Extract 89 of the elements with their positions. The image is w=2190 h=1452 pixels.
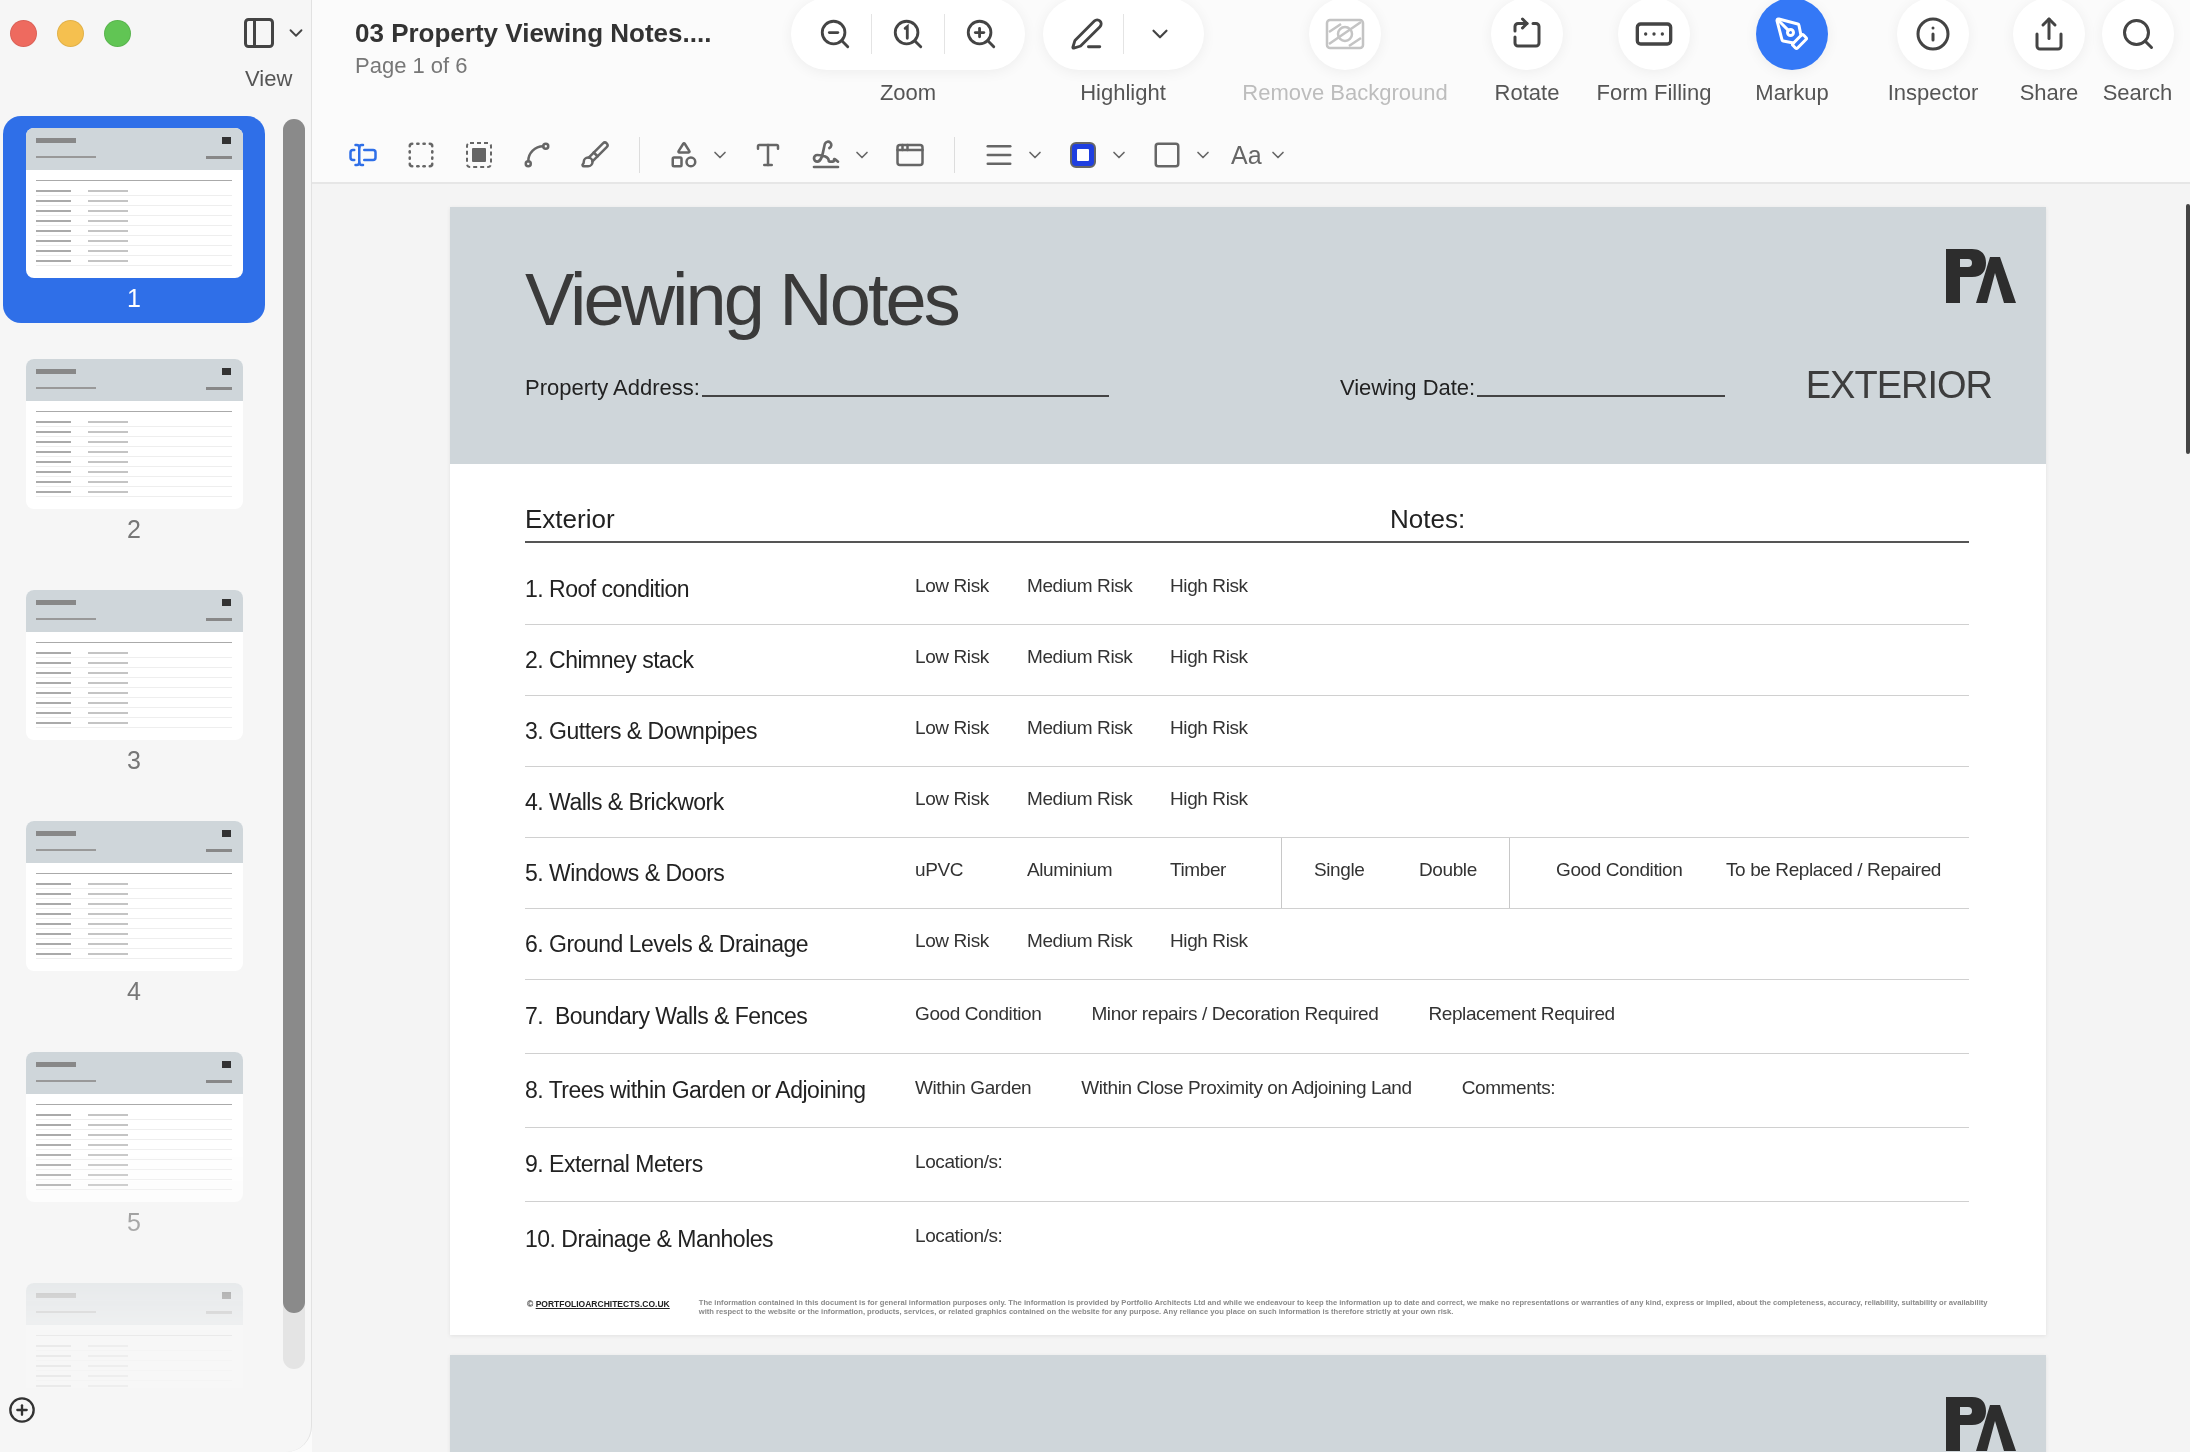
field-label: Viewing Date:	[1339, 375, 1476, 402]
option-label: Medium Risk	[1027, 646, 1134, 668]
close-window-button[interactable]	[10, 19, 37, 47]
row-label: 4. Walls & Brickwork	[525, 788, 725, 816]
option-label: Medium Risk	[1027, 717, 1134, 739]
copyright-notice: © PORTFOLIOARCHITECTS.CO.UK	[527, 1299, 670, 1309]
toolbar-label: Form Filling	[1596, 80, 1712, 106]
scrollbar[interactable]	[283, 119, 305, 1369]
toolbar-label: Search	[2102, 80, 2173, 106]
option-label: High Risk	[1170, 646, 1249, 668]
toolbar-label: Share	[2019, 80, 2079, 106]
page-thumbnail[interactable]: 4	[3, 809, 265, 1016]
page-title: Viewing Notes	[525, 259, 958, 341]
page-thumbnail[interactable]: 1	[3, 116, 265, 323]
row-label: 8. Trees within Garden or Adjoining	[525, 1077, 867, 1104]
shapes-icon	[669, 140, 699, 170]
option-label: Replacement Required	[1428, 1002, 1615, 1025]
row-label: 5. Windows & Doors	[525, 859, 726, 887]
row-label: 6. Ground Levels & Drainage	[525, 930, 810, 958]
option-label: Low Risk	[915, 575, 990, 597]
option-label: Good Condition	[915, 1002, 1042, 1025]
toolbar-label: Zoom	[879, 80, 937, 106]
scrollbar[interactable]	[2186, 204, 2190, 454]
page-count: Page 1 of 6	[355, 53, 469, 79]
text-style-button[interactable]: Aa	[1229, 133, 1264, 177]
option-label: uPVC	[915, 859, 965, 881]
row-label: 2. Chimney stack	[525, 646, 695, 674]
zoom-in-icon	[964, 17, 998, 51]
option-label: Medium Risk	[1027, 788, 1134, 810]
page-thumbnail[interactable]: 5	[3, 1040, 265, 1247]
row-label: 10. Drainage & Manholes	[525, 1225, 775, 1253]
page-thumbnail[interactable]: 2	[3, 347, 265, 554]
toolbar-label: Inspector	[1887, 80, 1979, 106]
option-label: High Risk	[1170, 575, 1249, 597]
option-label: High Risk	[1170, 788, 1249, 810]
option-label: Low Risk	[915, 717, 990, 739]
window-title: 03 Property Viewing Notes....	[355, 18, 713, 49]
option-label: Location/s:	[915, 1225, 1003, 1247]
logo	[1946, 1396, 2016, 1451]
option-label: To be Replaced / Repaired	[1726, 859, 1941, 881]
option-label: Comments:	[1461, 1076, 1556, 1099]
image-cutout-icon	[1325, 17, 1365, 51]
section-title: EXTERIOR	[1805, 364, 1992, 408]
toolbar-label: Markup	[1755, 80, 1829, 106]
filled-selection-icon	[465, 141, 493, 169]
option-label: Medium Risk	[1027, 930, 1134, 952]
logo	[1946, 249, 2016, 303]
brush-icon	[580, 140, 610, 170]
row-label: 7. Boundary Walls & Fences	[525, 1003, 809, 1030]
option-label: High Risk	[1170, 930, 1249, 952]
row-label: 3. Gutters & Downpipes	[525, 717, 758, 745]
toolbar-label: Remove Background	[1242, 80, 1448, 106]
website-link[interactable]: PORTFOLIOARCHITECTS.CO.UK	[535, 1299, 670, 1309]
option-label: Low Risk	[915, 646, 990, 668]
column-heading: Exterior	[525, 504, 616, 535]
actual-size-icon	[891, 17, 925, 51]
add-page-button[interactable]	[8, 1396, 36, 1424]
sidebar-icon	[241, 15, 277, 51]
option-label: Low Risk	[915, 930, 990, 952]
option-label: Aluminium	[1027, 859, 1114, 881]
dashed-square-icon	[406, 140, 436, 170]
option-label: Location/s:	[915, 1150, 1003, 1173]
zoom-out-icon	[818, 17, 852, 51]
toolbar-label: View	[245, 66, 294, 92]
signature-icon	[810, 139, 842, 171]
add-icon	[8, 1396, 36, 1424]
option-label: Double	[1419, 859, 1478, 881]
option-label: Single	[1314, 859, 1366, 881]
page-thumbnail[interactable]: 3	[3, 578, 265, 785]
row-label: 9. External Meters	[525, 1151, 704, 1178]
toolbar-label: Rotate	[1494, 80, 1560, 106]
toolbar-label: Highlight	[1080, 80, 1166, 106]
square-icon	[1152, 140, 1182, 170]
option-label: Minor repairs / Decoration Required	[1091, 1002, 1379, 1025]
option-label: Low Risk	[915, 788, 990, 810]
option-label: Within Garden	[915, 1076, 1032, 1099]
option-label: Medium Risk	[1027, 575, 1134, 597]
border-color-icon	[1070, 142, 1096, 168]
squiggle-icon	[522, 140, 552, 170]
option-label: Within Close Proximity on Adjoining Land	[1081, 1076, 1412, 1099]
row-label: 1. Roof condition	[525, 575, 691, 603]
option-label: High Risk	[1170, 717, 1249, 739]
column-heading: Notes:	[1390, 504, 1466, 535]
pen-icon	[1069, 17, 1104, 51]
pen-nib-icon	[1774, 16, 1810, 52]
option-label: Timber	[1170, 859, 1227, 881]
option-label: Good Condition	[1556, 859, 1684, 881]
info-icon	[1915, 16, 1951, 52]
field-label: Property Address:	[525, 375, 700, 402]
